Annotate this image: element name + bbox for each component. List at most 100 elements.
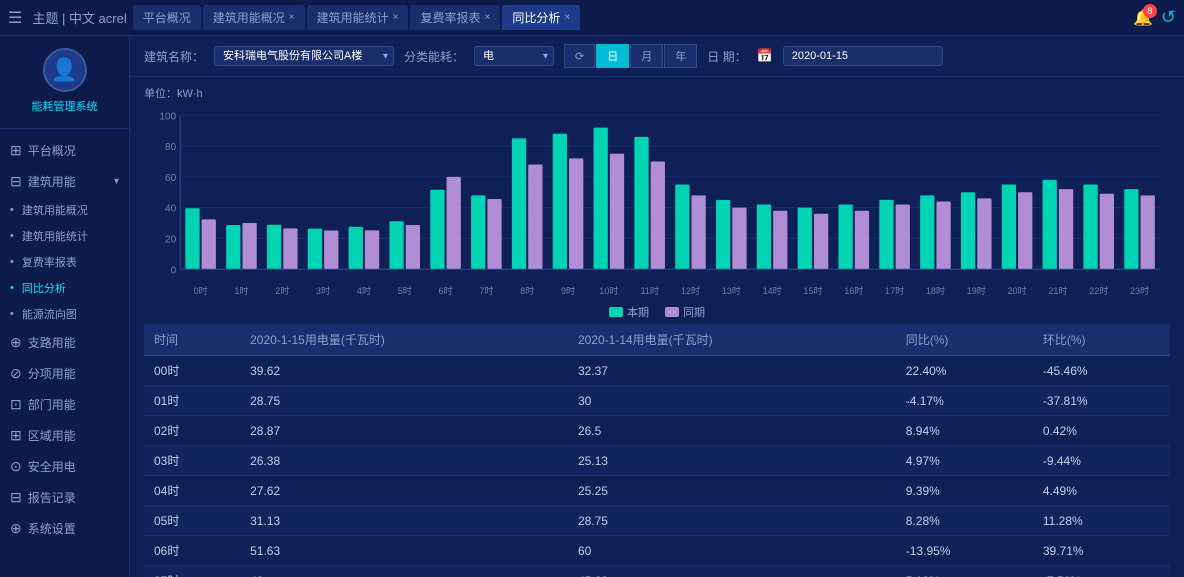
sidebar-sub-item[interactable]: 建筑用能统计 [0,223,129,249]
table-cell: 04时 [144,476,240,506]
notification-icon[interactable]: 🔔 8 [1133,8,1153,28]
time-period-button[interactable]: 月 [630,44,663,68]
sidebar-sub-item[interactable]: 能源流向图 [0,301,129,327]
refresh-icon[interactable]: ↺ [1161,7,1176,28]
table-cell: 26.5 [568,416,896,446]
sidebar-item[interactable]: ⊞区域用能 [0,420,129,451]
svg-text:20: 20 [165,234,177,245]
topbar-tab[interactable]: 同比分析× [502,5,580,30]
svg-text:2时: 2时 [275,285,289,296]
category-select[interactable]: 电 [474,46,554,66]
date-label: 日 期： [707,48,746,65]
table-body: 00时39.6232.3722.40%-45.46%01时28.7530-4.1… [144,356,1170,577]
topbar-tab[interactable]: 建筑用能统计× [307,5,409,30]
table-column-header: 2020-1-14用电量(千瓦时) [568,324,896,356]
svg-text:16时: 16时 [844,285,863,296]
table-cell: 5.19% [896,566,1033,577]
svg-text:60: 60 [165,173,177,184]
sidebar-item[interactable]: ⊟报告记录 [0,482,129,513]
sidebar-sub-item[interactable]: 建筑用能概况 [0,197,129,223]
sidebar-sub-item[interactable]: 同比分析 [0,275,129,301]
category-label: 分类能耗： [404,48,464,65]
time-period-button[interactable]: 年 [664,44,697,68]
sidebar: 👤 能耗管理系统 ⊞平台概况⊟建筑用能▾建筑用能概况建筑用能统计复费率报表同比分… [0,36,130,577]
sidebar-item-label: 区域用能 [28,427,76,444]
time-period-button[interactable]: 日 [596,44,629,68]
building-select[interactable]: 安科瑞电气股份有限公司A楼 [214,46,394,66]
sidebar-icon: ⊡ [10,396,22,413]
svg-text:40: 40 [165,204,177,215]
sidebar-item-label: 系统设置 [28,520,76,537]
table-cell: 26.38 [240,446,568,476]
close-tab-icon[interactable]: × [289,12,295,23]
table-row: 05时31.1328.758.28%11.28% [144,506,1170,536]
legend-color [609,307,623,317]
notification-badge: 8 [1143,4,1157,18]
chart-unit: 单位：kW·h [144,85,1170,101]
svg-text:12时: 12时 [681,285,700,296]
table-row: 07时4845.635.19%-7.56% [144,566,1170,577]
close-tab-icon[interactable]: × [564,12,570,23]
close-tab-icon[interactable]: × [393,12,399,23]
svg-text:10时: 10时 [599,285,618,296]
building-select-wrap: 安科瑞电气股份有限公司A楼 [214,46,394,66]
svg-text:5时: 5时 [398,285,412,296]
table-cell: 30 [568,386,896,416]
time-period-button[interactable]: ⟳ [564,44,595,68]
topbar-tab[interactable]: 建筑用能概况× [203,5,305,30]
svg-text:22时: 22时 [1089,285,1108,296]
svg-text:18时: 18时 [926,285,945,296]
table-cell: -7.56% [1033,566,1170,577]
table-cell: 00时 [144,356,240,386]
menu-icon[interactable]: ☰ [8,8,22,28]
table-cell: 60 [568,536,896,566]
sidebar-item-label: 分项用能 [28,365,76,382]
table-column-header: 同比(%) [896,324,1033,356]
table-cell: 32.37 [568,356,896,386]
table-row: 06时51.6360-13.95%39.71% [144,536,1170,566]
topbar-icons: 🔔 8 ↺ [1133,7,1176,28]
svg-text:4时: 4时 [357,285,371,296]
svg-text:100: 100 [159,111,176,122]
table-section[interactable]: 时间2020-1-15用电量(千瓦时)2020-1-14用电量(千瓦时)同比(%… [130,324,1184,577]
svg-text:6时: 6时 [439,285,453,296]
close-tab-icon[interactable]: × [484,12,490,23]
table-cell: 28.75 [568,506,896,536]
sidebar-item[interactable]: ⊘分项用能 [0,358,129,389]
sidebar-icon: ⊙ [10,458,22,475]
data-table: 时间2020-1-15用电量(千瓦时)2020-1-14用电量(千瓦时)同比(%… [144,324,1170,577]
table-row: 00时39.6232.3722.40%-45.46% [144,356,1170,386]
sidebar-item[interactable]: ⊞平台概况 [0,135,129,166]
sidebar-icon: ⊕ [10,520,22,537]
topbar-tab[interactable]: 平台概况 [133,5,201,30]
table-column-header: 环比(%) [1033,324,1170,356]
topbar-tab[interactable]: 复费率报表× [410,5,500,30]
avatar: 👤 [43,48,87,92]
table-cell: 9.39% [896,476,1033,506]
table-cell: 25.13 [568,446,896,476]
svg-text:13时: 13时 [722,285,741,296]
table-cell: 06时 [144,536,240,566]
sidebar-item[interactable]: ⊡部门用能 [0,389,129,420]
table-cell: 27.62 [240,476,568,506]
table-cell: 28.87 [240,416,568,446]
sidebar-item[interactable]: ⊕支路用能 [0,327,129,358]
legend-item: 本期 [609,304,649,320]
content-area: 建筑名称： 安科瑞电气股份有限公司A楼 分类能耗： 电 ⟳日月年 日 期： 📅 … [130,36,1184,577]
chart-svg: 1008060402000时1时2时3时4时5时6时7时8时9时10时11时12… [144,105,1170,300]
table-cell: 22.40% [896,356,1033,386]
table-cell: 01时 [144,386,240,416]
table-cell: 02时 [144,416,240,446]
sidebar-sub-item[interactable]: 复费率报表 [0,249,129,275]
sidebar-item-label: 报告记录 [28,489,76,506]
sidebar-item[interactable]: ⊟建筑用能▾ [0,166,129,197]
svg-text:80: 80 [165,142,177,153]
sidebar-item[interactable]: ⊙安全用电 [0,451,129,482]
sidebar-item[interactable]: ⊕ 系统设置 [0,513,129,544]
date-input[interactable] [783,46,943,66]
legend-label: 本期 [627,304,649,320]
topbar-tabs: 平台概况建筑用能概况×建筑用能统计×复费率报表×同比分析× [133,5,1133,30]
table-cell: 4.97% [896,446,1033,476]
sidebar-icon: ⊟ [10,173,22,190]
system-name: 能耗管理系统 [32,98,98,114]
